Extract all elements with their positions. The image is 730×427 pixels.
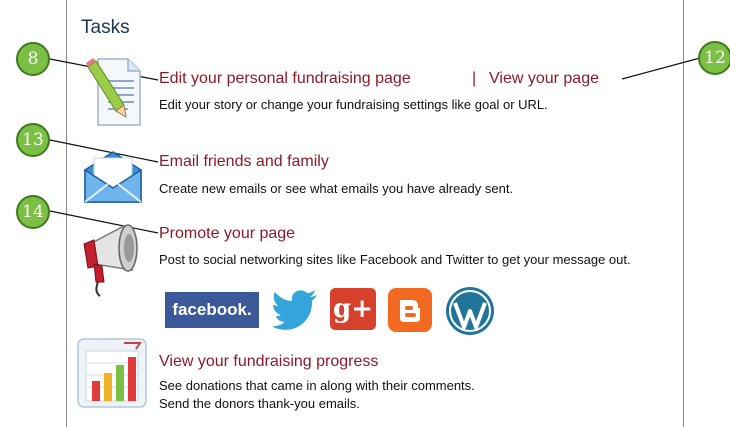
edit-document-icon	[86, 58, 141, 126]
email-friends-link[interactable]: Email friends and family	[159, 153, 329, 171]
facebook-share-button[interactable]: facebook.	[165, 292, 259, 328]
view-progress-link[interactable]: View your fundraising progress	[159, 353, 378, 371]
google-plus-share-button[interactable]: g+	[330, 288, 376, 330]
edit-fundraising-page-link[interactable]: Edit your personal fundraising page	[159, 70, 411, 88]
blogger-icon[interactable]	[388, 288, 432, 332]
edit-page-description: Edit your story or change your fundraisi…	[159, 97, 548, 112]
megaphone-icon	[83, 224, 138, 297]
progress-description-line2: Send the donors thank-you emails.	[159, 396, 360, 411]
callout-badge-8: 8	[16, 42, 50, 76]
email-description: Create new emails or see what emails you…	[159, 181, 514, 196]
promote-description: Post to social networking sites like Fac…	[159, 252, 631, 267]
twitter-bird-icon[interactable]	[273, 289, 319, 331]
progress-description-line1: See donations that came in along with th…	[159, 378, 475, 393]
google-plus-glyph: g+	[333, 294, 373, 324]
callout-badge-13: 13	[16, 123, 50, 157]
callout-badge-12: 12	[698, 41, 730, 75]
link-separator: |	[472, 70, 477, 87]
email-envelope-icon	[84, 151, 142, 203]
promote-page-link[interactable]: Promote your page	[159, 225, 295, 243]
callout-badge-14: 14	[16, 195, 50, 229]
panel-title: Tasks	[81, 17, 130, 38]
progress-chart-icon	[77, 338, 147, 408]
wordpress-icon[interactable]	[445, 286, 495, 336]
view-your-page-link[interactable]: View your page	[489, 70, 599, 88]
facebook-wordmark: facebook.	[172, 300, 252, 319]
